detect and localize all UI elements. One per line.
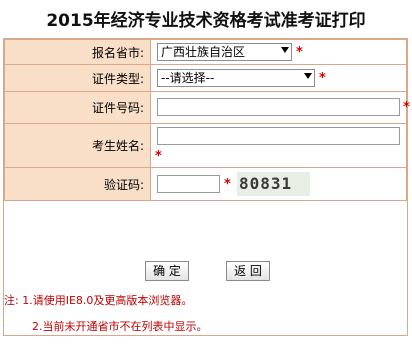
required-mark: * xyxy=(296,45,303,60)
id-number-label: 证件号码: xyxy=(4,91,151,124)
confirm-button[interactable]: 确 定 xyxy=(145,261,189,281)
chevron-down-icon xyxy=(304,73,312,79)
print-form: 报名省市: 广西壮族自治区 * 证件类型: --请选择-- * 证件号码: * … xyxy=(3,38,410,336)
chevron-down-icon xyxy=(281,47,289,53)
captcha-field-cell: * 80831 xyxy=(150,167,407,201)
id-type-label: 证件类型: xyxy=(4,64,151,92)
id-number-field-cell: * xyxy=(150,91,410,124)
id-type-field-cell: --请选择-- * xyxy=(150,64,407,92)
id-type-select-value: --请选择-- xyxy=(161,71,215,85)
row-id-type: 证件类型: --请选择-- * xyxy=(4,64,407,92)
province-select[interactable]: 广西壮族自治区 xyxy=(157,43,292,61)
row-id-number: 证件号码: * xyxy=(4,91,410,124)
captcha-label: 验证码: xyxy=(4,167,151,201)
back-button[interactable]: 返 回 xyxy=(226,261,270,281)
name-input[interactable] xyxy=(157,127,400,145)
row-name: 考生姓名: * xyxy=(4,123,407,168)
name-field-cell: * xyxy=(150,123,407,168)
page-title: 2015年经济专业技术资格考试准考证打印 xyxy=(46,11,366,31)
captcha-input[interactable] xyxy=(157,175,220,193)
required-mark: * xyxy=(319,71,326,86)
required-mark: * xyxy=(155,149,162,164)
province-select-value: 广西壮族自治区 xyxy=(161,45,246,59)
province-field-cell: 广西壮族自治区 * xyxy=(150,39,407,65)
row-province: 报名省市: 广西壮族自治区 * xyxy=(4,39,407,65)
note-line-1: 注: 1.请使用IE8.0及更高版本浏览器。 xyxy=(4,294,193,307)
id-type-select[interactable]: --请选择-- xyxy=(157,69,315,87)
note-line-2: 2.当前未开通省市不在列表中显示。 xyxy=(32,320,208,333)
id-number-input[interactable] xyxy=(157,98,400,116)
row-captcha: 验证码: * 80831 xyxy=(4,167,407,201)
captcha-image[interactable]: 80831 xyxy=(237,172,310,196)
form-table: 报名省市: 广西壮族自治区 * 证件类型: --请选择-- * 证件号码: * … xyxy=(4,39,410,201)
name-label: 考生姓名: xyxy=(4,123,151,168)
required-mark: * xyxy=(224,177,231,192)
required-mark: * xyxy=(403,100,410,115)
province-label: 报名省市: xyxy=(4,39,151,65)
